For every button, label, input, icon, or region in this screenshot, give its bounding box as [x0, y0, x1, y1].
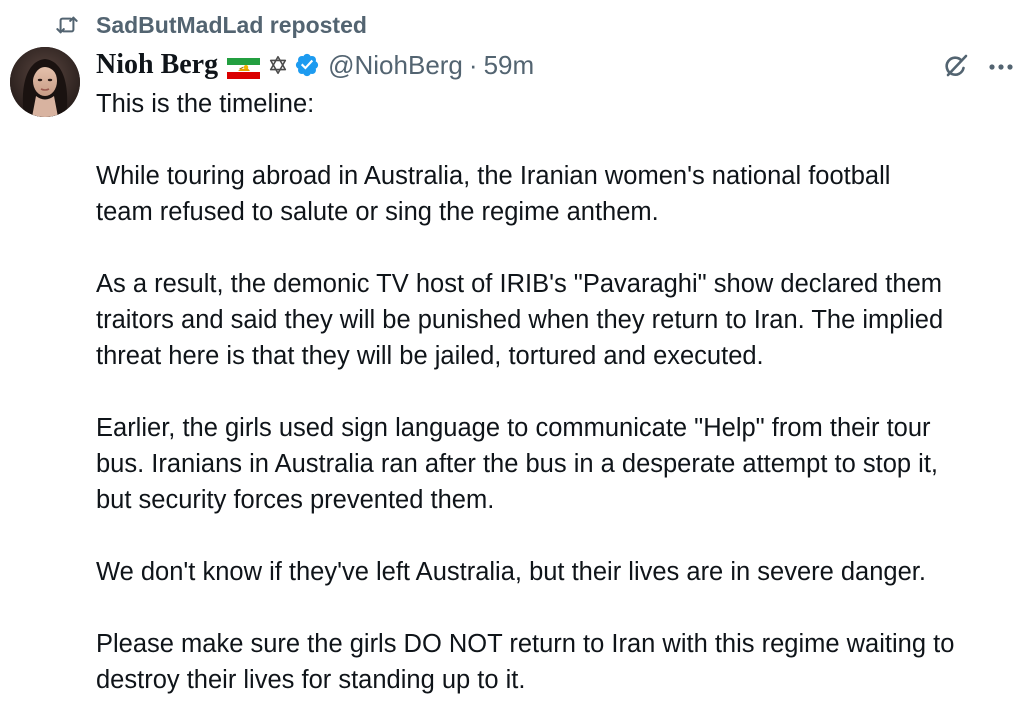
tweet-paragraph: We don't know if they've left Australia,…	[96, 558, 926, 586]
repost-text: SadButMadLad reposted	[96, 11, 367, 38]
tweet-paragraph: Earlier, the girls used sign language to…	[96, 414, 938, 514]
post-timestamp[interactable]: 59m	[484, 50, 535, 81]
grok-button[interactable]	[938, 50, 974, 86]
tweet-paragraph: As a result, the demonic TV host of IRIB…	[96, 270, 944, 370]
more-options-icon	[988, 58, 1014, 76]
tweet-paragraph: This is the timeline:	[96, 90, 315, 118]
repost-indicator[interactable]: SadButMadLad reposted	[56, 8, 367, 42]
iran-lion-sun-flag-icon	[227, 55, 261, 79]
more-options-button[interactable]	[984, 52, 1018, 82]
grok-icon	[941, 51, 971, 86]
tweet-text: This is the timeline: While touring abro…	[96, 86, 1016, 698]
author-display-name[interactable]: Nioh Berg	[96, 49, 218, 81]
separator-dot: ·	[468, 49, 478, 80]
avatar[interactable]	[10, 47, 80, 117]
star-of-david-icon	[267, 54, 289, 76]
tweet-paragraph: While touring abroad in Australia, the I…	[96, 162, 891, 226]
author-handle[interactable]: @NiohBerg	[328, 50, 463, 81]
verified-badge-icon[interactable]	[294, 52, 320, 78]
repost-icon	[56, 14, 78, 36]
tweet-header: Nioh Berg @NiohBerg · 59m	[96, 46, 534, 84]
tweet-paragraph: Please make sure the girls DO NOT return…	[96, 630, 955, 694]
